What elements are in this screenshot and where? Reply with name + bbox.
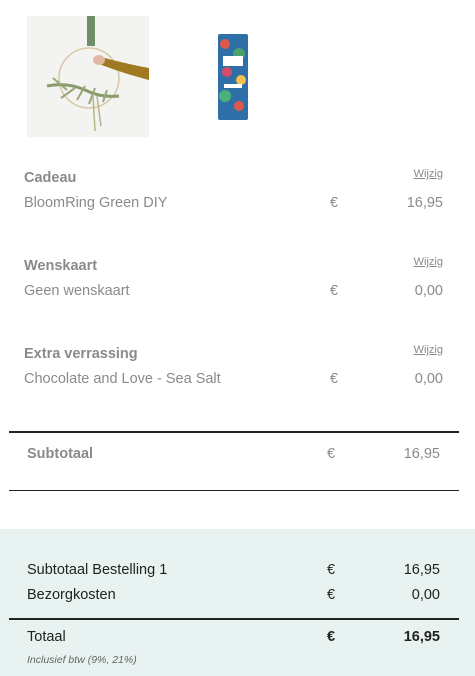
edit-cadeau-link[interactable]: Wijzig [414, 168, 443, 180]
item-name: Geen wenskaart [24, 283, 130, 299]
item-name: BloomRing Green DIY [24, 195, 168, 211]
currency-symbol: € [330, 283, 339, 299]
vat-note: Inclusief btw (9%, 21%) [27, 654, 137, 666]
divider [9, 490, 459, 491]
section-title: Wenskaart [24, 258, 98, 274]
section-title: Cadeau [24, 170, 77, 186]
subtotal-row: Subtotaal € 16,95 [27, 446, 440, 466]
subtotal-label: Subtotaal [27, 446, 94, 462]
divider [9, 431, 459, 433]
order-subtotal-label: Subtotaal Bestelling 1 [27, 562, 168, 578]
total-amount: 16,95 [403, 629, 440, 645]
total-row: Totaal € 16,95 [27, 629, 440, 645]
divider [9, 618, 459, 620]
shipping-row: Bezorgkosten € 0,00 [27, 587, 440, 603]
item-amount: 0,00 [414, 371, 443, 387]
currency-symbol: € [327, 587, 336, 603]
subtotal-amount: 16,95 [403, 446, 440, 462]
shipping-label: Bezorgkosten [27, 587, 116, 603]
edit-extra-verrassing-link[interactable]: Wijzig [414, 344, 443, 356]
currency-symbol: € [327, 446, 336, 462]
order-subtotal-amount: 16,95 [403, 562, 440, 578]
section-title: Extra verrassing [24, 346, 138, 362]
currency-symbol: € [327, 562, 336, 578]
shipping-amount: 0,00 [411, 587, 440, 603]
order-summary: Subtotaal Bestelling 1 € 16,95 Bezorgkos… [0, 529, 475, 676]
item-amount: 16,95 [406, 195, 443, 211]
item-name: Chocolate and Love - Sea Salt [24, 371, 221, 387]
product-image-chocolate [217, 34, 249, 120]
product-image-bloomring [27, 16, 149, 137]
currency-symbol: € [327, 629, 336, 645]
order-subtotal-row: Subtotaal Bestelling 1 € 16,95 [27, 562, 440, 578]
currency-symbol: € [330, 195, 339, 211]
item-amount: 0,00 [414, 283, 443, 299]
edit-wenskaart-link[interactable]: Wijzig [414, 256, 443, 268]
total-label: Totaal [27, 629, 66, 645]
currency-symbol: € [330, 371, 339, 387]
